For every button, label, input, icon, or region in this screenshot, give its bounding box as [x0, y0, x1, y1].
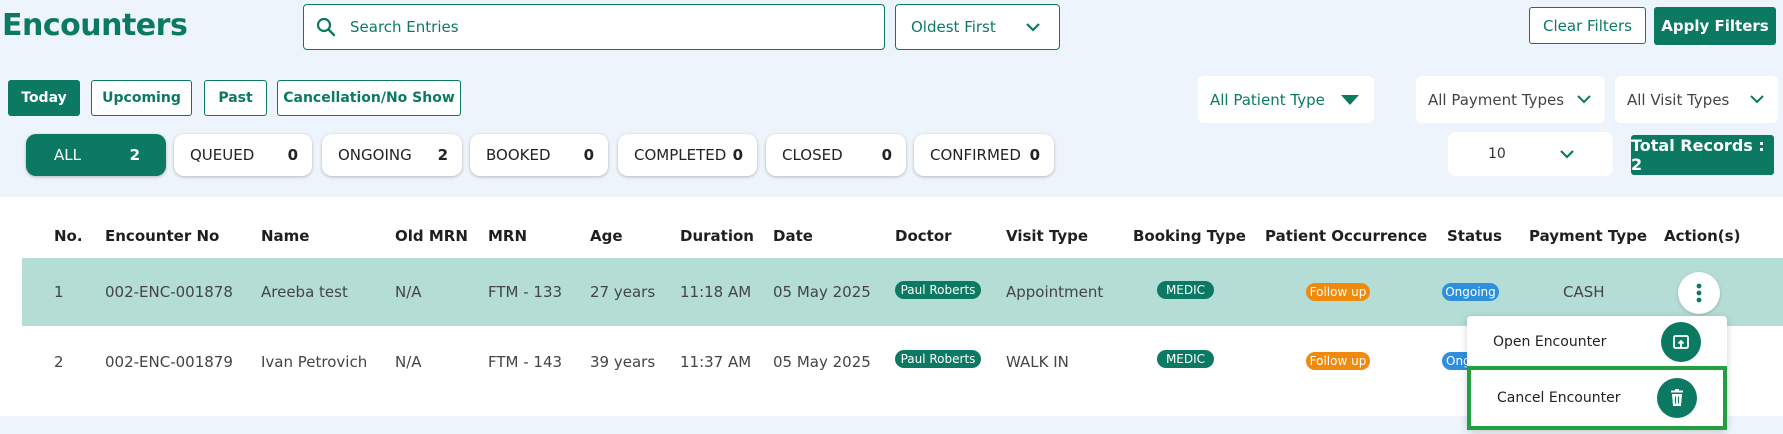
booking-type-badge: MEDIC	[1157, 350, 1214, 368]
status-filter-all[interactable]: ALL 2	[26, 134, 166, 176]
cell-age: 27 years	[590, 283, 656, 301]
status-badge: Ongoing	[1442, 283, 1499, 301]
cell-age: 39 years	[590, 353, 656, 371]
status-filter-confirmed[interactable]: CONFIRMED 0	[914, 134, 1054, 176]
status-count: 0	[583, 146, 594, 164]
cell-payment-type: CASH	[1563, 283, 1605, 301]
page-title: Encounters	[2, 8, 188, 43]
column-header-patient-occurrence: Patient Occurrence	[1265, 227, 1428, 245]
cell-date: 05 May 2025	[773, 283, 871, 301]
occurrence-badge: Follow up	[1306, 352, 1370, 370]
open-in-new-icon	[1661, 322, 1701, 362]
trash-icon	[1657, 378, 1697, 418]
status-label: ONGOING	[338, 146, 412, 164]
cell-encounter-no: 002-ENC-001878	[105, 283, 233, 301]
row-actions-menu: Open Encounter Cancel Encounter	[1467, 316, 1727, 430]
status-count: 0	[881, 146, 892, 164]
column-header-no: No.	[54, 227, 83, 245]
doctor-badge: Paul Roberts	[895, 281, 981, 299]
status-filter-queued[interactable]: QUEUED 0	[174, 134, 312, 176]
status-label: QUEUED	[190, 146, 255, 164]
column-header-duration: Duration	[680, 227, 754, 245]
apply-filters-button[interactable]: Apply Filters	[1654, 7, 1776, 45]
occurrence-badge: Follow up	[1306, 283, 1370, 301]
status-label: CLOSED	[782, 146, 843, 164]
column-header-date: Date	[773, 227, 813, 245]
sort-select[interactable]: Oldest First	[895, 4, 1060, 50]
status-count: 2	[129, 146, 140, 164]
page-size-select[interactable]: 10	[1448, 132, 1613, 176]
cell-mrn: FTM - 143	[488, 353, 563, 371]
search-input[interactable]	[350, 18, 870, 36]
status-label: COMPLETED	[634, 146, 727, 164]
cell-duration: 11:37 AM	[680, 353, 752, 371]
search-box[interactable]	[303, 4, 885, 50]
status-label: BOOKED	[486, 146, 551, 164]
cell-no: 2	[54, 353, 64, 371]
chevron-down-icon	[1750, 95, 1764, 104]
tab-today[interactable]: Today	[8, 80, 80, 116]
status-label: CONFIRMED	[930, 146, 1021, 164]
cell-no: 1	[54, 283, 64, 301]
status-filter-ongoing[interactable]: ONGOING 2	[322, 134, 462, 176]
tab-upcoming[interactable]: Upcoming	[91, 80, 192, 116]
column-header-name: Name	[261, 227, 310, 245]
sort-select-value: Oldest First	[911, 18, 996, 36]
cell-duration: 11:18 AM	[680, 283, 752, 301]
cancel-encounter-menu-item[interactable]: Cancel Encounter	[1467, 366, 1727, 430]
cancel-encounter-label: Cancel Encounter	[1497, 390, 1621, 406]
payment-types-value: All Payment Types	[1428, 90, 1565, 109]
open-encounter-menu-item[interactable]: Open Encounter	[1467, 316, 1727, 368]
tab-past[interactable]: Past	[204, 80, 267, 116]
status-count: 0	[287, 146, 298, 164]
cell-old-mrn: N/A	[395, 353, 422, 371]
cell-visit-type: Appointment	[1006, 283, 1104, 301]
caret-down-icon	[1341, 94, 1359, 105]
cell-encounter-no: 002-ENC-001879	[105, 353, 233, 371]
patient-type-select[interactable]: All Patient Type	[1198, 76, 1374, 123]
cell-old-mrn: N/A	[395, 283, 422, 301]
cell-date: 05 May 2025	[773, 353, 871, 371]
status-label: ALL	[54, 146, 81, 164]
cell-mrn: FTM - 133	[488, 283, 563, 301]
page-size-value: 10	[1488, 146, 1506, 162]
column-header-mrn: MRN	[488, 227, 528, 245]
payment-types-select[interactable]: All Payment Types	[1416, 76, 1605, 123]
column-header-booking-type: Booking Type	[1133, 227, 1246, 245]
patient-type-value: All Patient Type	[1210, 90, 1325, 109]
status-filter-completed[interactable]: COMPLETED 0	[618, 134, 757, 176]
clear-filters-button[interactable]: Clear Filters	[1529, 7, 1646, 44]
cell-visit-type: WALK IN	[1006, 353, 1069, 371]
tab-cancellation-no-show[interactable]: Cancellation/No Show	[277, 80, 461, 116]
status-filter-closed[interactable]: CLOSED 0	[766, 134, 906, 176]
column-header-age: Age	[590, 227, 623, 245]
chevron-down-icon	[1560, 150, 1574, 159]
row-actions-button[interactable]	[1678, 272, 1720, 314]
visit-types-value: All Visit Types	[1627, 90, 1730, 109]
chevron-down-icon	[1026, 23, 1040, 32]
open-encounter-label: Open Encounter	[1493, 334, 1607, 350]
status-filter-booked[interactable]: BOOKED 0	[470, 134, 608, 176]
doctor-badge: Paul Roberts	[895, 350, 981, 368]
kebab-menu-icon	[1696, 283, 1702, 303]
chevron-down-icon	[1577, 95, 1591, 104]
column-header-old-mrn: Old MRN	[395, 227, 468, 245]
cell-name: Ivan Petrovich	[261, 353, 368, 371]
visit-types-select[interactable]: All Visit Types	[1615, 76, 1778, 123]
column-header-payment-type: Payment Type	[1529, 227, 1648, 245]
status-count: 0	[1029, 146, 1040, 164]
column-header-visit-type: Visit Type	[1006, 227, 1089, 245]
column-header-encounter-no: Encounter No	[105, 227, 220, 245]
status-count: 2	[437, 146, 448, 164]
cell-name: Areeba test	[261, 283, 348, 301]
status-count: 0	[732, 146, 743, 164]
column-header-status: Status	[1447, 227, 1502, 245]
search-icon	[316, 17, 336, 37]
column-header-actions: Action(s)	[1664, 227, 1741, 245]
column-header-doctor: Doctor	[895, 227, 952, 245]
total-records-badge: Total Records : 2	[1631, 135, 1774, 175]
booking-type-badge: MEDIC	[1157, 281, 1214, 299]
